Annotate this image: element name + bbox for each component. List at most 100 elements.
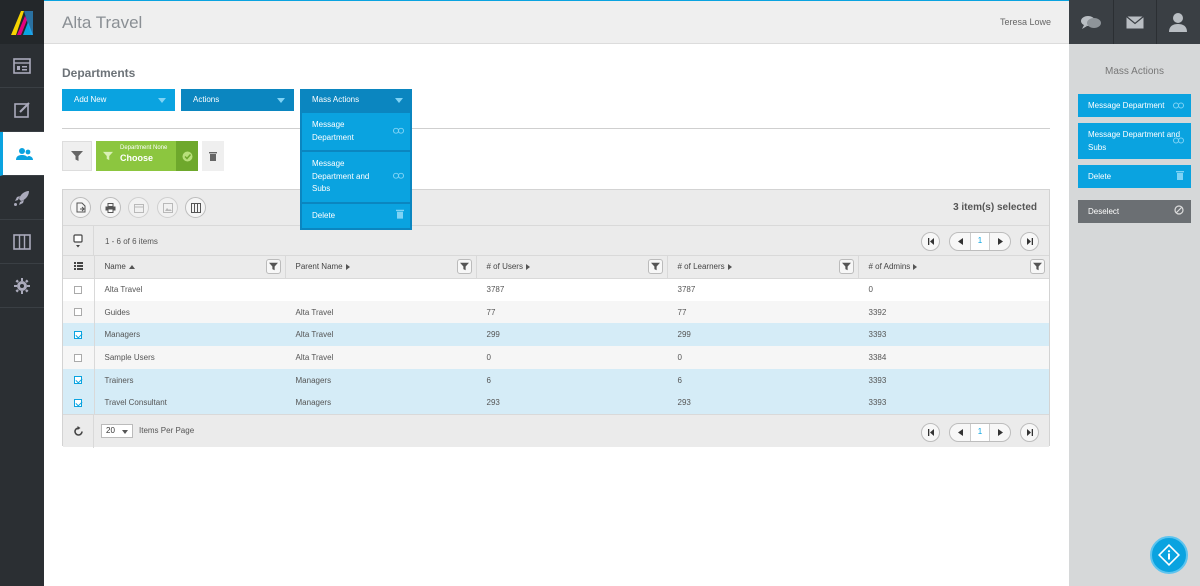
first-page-icon — [927, 428, 934, 436]
divider — [62, 128, 1050, 129]
column-filter-button[interactable] — [838, 259, 854, 274]
cell-admins: 3392 — [858, 300, 1049, 324]
check-circle-icon[interactable] — [176, 141, 198, 171]
profile-button[interactable] — [1156, 0, 1200, 44]
add-new-dropdown[interactable]: Add New — [62, 89, 175, 111]
next-page-button[interactable] — [990, 233, 1010, 250]
nav-settings[interactable] — [0, 264, 44, 308]
row-checkbox[interactable] — [63, 300, 95, 324]
cell-parent: Alta Travel — [285, 300, 476, 324]
table-row[interactable]: Sample Users Alta Travel 0 0 3384 — [63, 346, 1049, 369]
column-filter-button[interactable] — [265, 259, 281, 274]
columns-button[interactable] — [185, 197, 206, 218]
columns-icon — [190, 202, 201, 213]
filter-icon — [650, 262, 660, 271]
filter-icon — [268, 262, 278, 271]
row-checkbox[interactable] — [63, 368, 95, 392]
export-button[interactable] — [70, 197, 91, 218]
messages-button[interactable] — [1112, 0, 1157, 44]
header-label: # of Learners — [677, 262, 725, 272]
checkbox[interactable] — [74, 308, 83, 317]
cell-learners: 0 — [667, 346, 858, 369]
current-page[interactable]: 1 — [970, 423, 990, 441]
filter-toggle-button[interactable] — [62, 141, 92, 171]
user-icon — [1169, 13, 1188, 32]
actions-dropdown[interactable]: Actions — [181, 89, 294, 111]
message-department-subs-button[interactable]: Message Department and Subs — [1078, 123, 1191, 159]
chevron-right-icon — [997, 237, 1003, 245]
column-filter-button[interactable] — [647, 259, 663, 274]
current-page[interactable]: 1 — [970, 232, 990, 250]
row-checkbox[interactable] — [63, 346, 95, 369]
print-button[interactable] — [100, 197, 121, 218]
column-header-parent-name[interactable]: Parent Name — [285, 256, 477, 279]
prev-page-button[interactable] — [950, 424, 970, 441]
table-row[interactable]: Travel Consultant Managers 293 293 3393 — [63, 391, 1049, 415]
app-logo[interactable] — [0, 0, 44, 44]
chevron-down-icon — [395, 98, 403, 103]
row-checkbox[interactable] — [63, 391, 95, 415]
checkbox[interactable] — [74, 285, 83, 294]
ban-icon — [1174, 204, 1184, 219]
top-icon-bar — [1069, 0, 1200, 44]
info-button[interactable] — [1150, 536, 1188, 574]
chat-icon — [1080, 16, 1101, 29]
cell-name: Alta Travel — [104, 285, 143, 295]
row-checkbox[interactable] — [63, 323, 95, 347]
image-button[interactable] — [157, 197, 178, 218]
last-page-button[interactable] — [1020, 422, 1039, 442]
deselect-button[interactable]: Deselect — [1078, 200, 1191, 223]
button-label: Deselect — [1088, 207, 1120, 216]
nav-catalog[interactable] — [0, 220, 44, 264]
prev-page-button[interactable] — [950, 233, 970, 250]
department-filter-chip[interactable]: Department None Choose — [96, 141, 198, 171]
refresh-button[interactable] — [63, 415, 94, 449]
column-header-users[interactable]: # of Users — [476, 256, 668, 279]
checkbox-checked[interactable] — [74, 331, 83, 340]
first-page-button[interactable] — [921, 422, 940, 442]
menu-item-message-department[interactable]: Message Department — [302, 113, 410, 150]
column-header-name[interactable]: Name — [94, 256, 286, 279]
user-name[interactable]: Teresa Lowe — [1000, 17, 1051, 27]
mass-actions-menu: Message Department Message Department an… — [300, 110, 412, 230]
trash-icon — [396, 209, 404, 224]
selection-count: 3 item(s) selected — [953, 202, 1037, 213]
select-all-dropdown[interactable] — [63, 226, 94, 256]
delete-button[interactable]: Delete — [1078, 165, 1191, 188]
items-per-page-select[interactable]: 20 — [101, 424, 133, 439]
chevron-down-icon — [277, 98, 285, 103]
table-row[interactable]: Trainers Managers 6 6 3393 — [63, 368, 1049, 392]
table-row[interactable]: Managers Alta Travel 299 299 3393 — [63, 323, 1049, 347]
cell-admins: 3384 — [858, 346, 1049, 369]
checkbox-checked[interactable] — [74, 399, 83, 408]
next-page-button[interactable] — [990, 424, 1010, 441]
table-row[interactable]: Guides Alta Travel 77 77 3392 — [63, 300, 1049, 324]
chat-button[interactable] — [1069, 0, 1113, 44]
checkbox-checked[interactable] — [74, 376, 83, 385]
departments-grid: 3 item(s) selected 1 - 6 of 6 items 1 Na… — [62, 189, 1050, 449]
menu-item-delete[interactable]: Delete — [302, 203, 410, 228]
cell-parent: Alta Travel — [285, 323, 476, 347]
message-department-button[interactable]: Message Department — [1078, 94, 1191, 117]
column-header-admins[interactable]: # of Admins — [858, 256, 1049, 279]
column-options[interactable] — [63, 256, 95, 279]
table-row[interactable]: Alta Travel 3787 3787 0 — [63, 278, 1049, 301]
row-checkbox[interactable] — [63, 278, 95, 301]
chevron-left-icon — [957, 237, 963, 245]
last-page-icon — [1026, 428, 1033, 436]
nav-edit[interactable] — [0, 88, 44, 132]
nav-launch[interactable] — [0, 176, 44, 220]
first-page-button[interactable] — [921, 231, 940, 251]
clear-filter-button[interactable] — [202, 141, 224, 171]
column-filter-button[interactable] — [1029, 259, 1045, 274]
column-filter-button[interactable] — [456, 259, 472, 274]
calendar-button[interactable] — [128, 197, 149, 218]
menu-item-message-department-subs[interactable]: Message Department and Subs — [302, 152, 410, 202]
checkbox[interactable] — [74, 353, 83, 362]
column-header-learners[interactable]: # of Learners — [667, 256, 859, 279]
nav-users[interactable] — [0, 132, 44, 176]
nav-dashboard[interactable] — [0, 44, 44, 88]
mass-actions-dropdown[interactable]: Mass Actions — [300, 89, 412, 111]
last-page-button[interactable] — [1020, 231, 1039, 251]
cell-admins: 3393 — [858, 323, 1049, 347]
